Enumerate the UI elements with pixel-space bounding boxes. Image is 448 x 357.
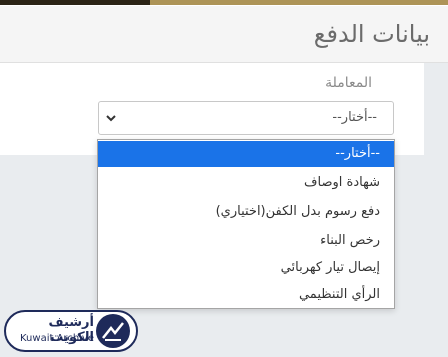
watermark-english-text: Kuwait Archive	[20, 333, 94, 344]
kuwait-archive-watermark: أرشيف الكويت Kuwait Archive	[4, 310, 138, 352]
page-header: بيانات الدفع	[0, 6, 448, 63]
dropdown-option-building-permits[interactable]: رخص البناء	[98, 228, 394, 254]
transaction-dropdown-list: --أختار-- شهادة اوصاف دفع رسوم بدل الكفن…	[97, 139, 395, 309]
dropdown-option-choose[interactable]: --أختار--	[98, 141, 394, 167]
page-title: بيانات الدفع	[313, 20, 430, 48]
transaction-label: المعاملة	[325, 75, 372, 91]
transaction-select[interactable]: --أختار--	[98, 101, 394, 135]
dropdown-option-shroud-fee[interactable]: دفع رسوم بدل الكفن(اختياري)	[98, 199, 394, 225]
dropdown-option-electricity-connection[interactable]: إيصال تيار كهربائي	[98, 255, 394, 281]
chevron-down-icon	[106, 115, 116, 122]
dropdown-option-description-certificate[interactable]: شهادة اوصاف	[98, 170, 394, 196]
transaction-select-value: --أختار--	[332, 110, 377, 125]
top-dark-stripe	[0, 0, 150, 5]
dropdown-option-regulatory-opinion[interactable]: الرأي التنظيمي	[98, 282, 394, 308]
kuwait-archive-logo-icon	[96, 314, 130, 348]
